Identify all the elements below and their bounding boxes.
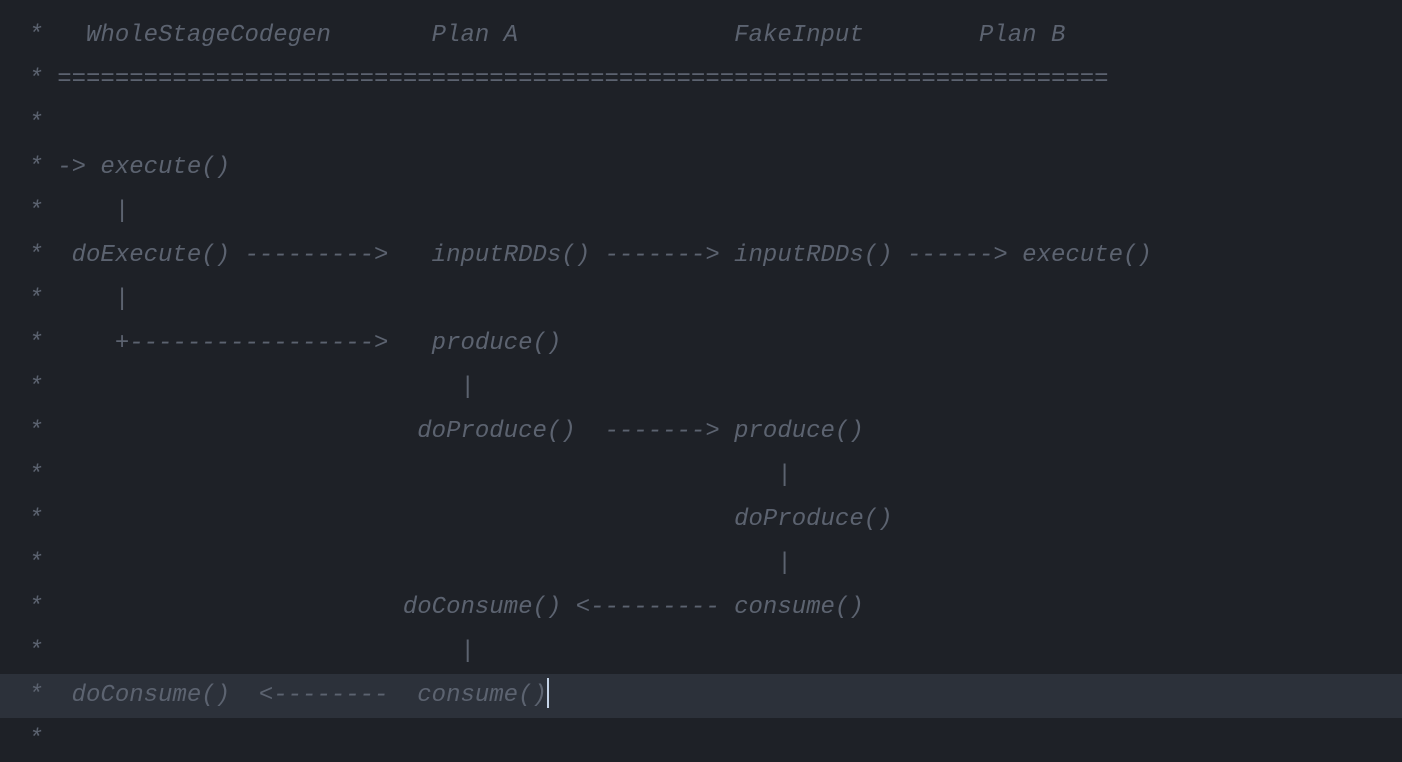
- code-line: *: [14, 718, 1402, 762]
- code-line: * |: [14, 454, 1402, 498]
- code-line: * WholeStageCodegen Plan A FakeInput Pla…: [14, 14, 1402, 58]
- code-line: * |: [14, 190, 1402, 234]
- code-line: * doProduce() -------> produce(): [14, 410, 1402, 454]
- code-line: * -> execute(): [14, 146, 1402, 190]
- code-line: * +-----------------> produce(): [14, 322, 1402, 366]
- code-line: * |: [14, 366, 1402, 410]
- code-line: * doConsume() <--------- consume(): [14, 586, 1402, 630]
- code-line: * |: [14, 630, 1402, 674]
- code-line: * |: [14, 278, 1402, 322]
- text-cursor: [547, 678, 549, 708]
- code-line: *: [14, 102, 1402, 146]
- current-code-line: * doConsume() <-------- consume(): [0, 674, 1402, 718]
- code-line: * ======================================…: [14, 58, 1402, 102]
- code-line: * |: [14, 542, 1402, 586]
- code-editor-content[interactable]: * WholeStageCodegen Plan A FakeInput Pla…: [0, 0, 1402, 762]
- code-line: * doExecute() ---------> inputRDDs() ---…: [14, 234, 1402, 278]
- code-line: * doProduce(): [14, 498, 1402, 542]
